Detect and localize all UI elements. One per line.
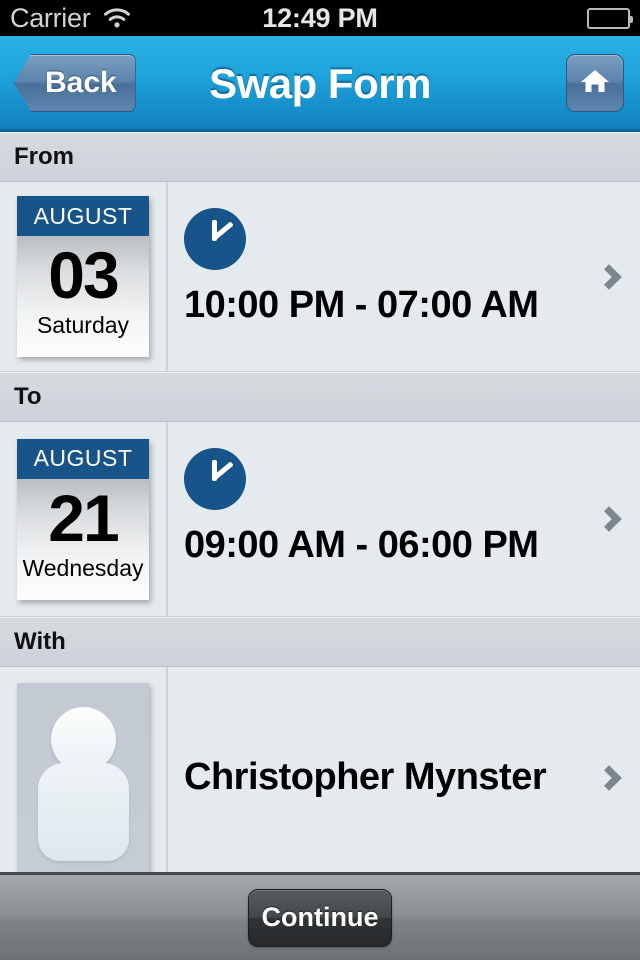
calendar-day-from: 03 [48,238,119,312]
to-details-cell: 09:00 AM - 06:00 PM [168,422,640,616]
calendar-month-to: AUGUST [17,438,149,479]
home-button[interactable] [566,54,624,112]
clock-icon [184,208,246,270]
status-time: 12:49 PM [262,2,378,33]
from-details-cell: 10:00 PM - 07:00 AM [168,182,640,371]
calendar-weekday-from: Saturday [36,312,130,338]
app-root: Carrier 12:49 PM Back Swap Form From AUG… [0,0,640,960]
status-bar: Carrier 12:49 PM [0,0,640,36]
to-chevron[interactable] [570,422,640,616]
person-placeholder-icon [17,682,149,873]
bottom-toolbar: Continue [0,872,640,960]
person-name: Christopher Mynster [184,756,547,798]
to-calendar-cell: AUGUST 21 Wednesday [0,422,168,616]
continue-button[interactable]: Continue [248,888,392,947]
calendar-day-to: 21 [48,480,119,555]
calendar-card-from: AUGUST 03 Saturday [17,196,149,357]
page-title: Swap Form [209,60,431,107]
clock-icon [184,448,246,510]
continue-button-label: Continue [261,902,379,932]
home-icon [580,67,610,100]
battery-icon [587,7,633,29]
calendar-weekday-to: Wednesday [22,554,144,581]
calendar-month-from: AUGUST [17,196,149,236]
section-header-with: With [0,617,640,667]
chevron-right-icon [596,506,622,532]
with-chevron[interactable] [570,667,640,888]
from-chevron[interactable] [570,182,640,371]
chevron-right-icon [596,764,622,791]
row-with-person[interactable]: Christopher Mynster [0,667,640,889]
calendar-card-to: AUGUST 21 Wednesday [17,438,149,600]
chevron-right-icon [596,263,622,290]
row-from-shift[interactable]: AUGUST 03 Saturday 10:00 PM - 07:00 AM [0,182,640,372]
row-to-shift[interactable]: AUGUST 21 Wednesday 09:00 AM - 06:00 PM [0,422,640,617]
with-avatar-cell [0,667,168,888]
with-details-cell: Christopher Mynster [168,667,640,888]
section-header-to: To [0,372,640,422]
section-header-from: From [0,132,640,182]
content-area: From AUGUST 03 Saturday 10:00 PM - 07:00… [0,132,640,889]
from-calendar-cell: AUGUST 03 Saturday [0,182,168,371]
navigation-bar: Back Swap Form [0,36,640,132]
